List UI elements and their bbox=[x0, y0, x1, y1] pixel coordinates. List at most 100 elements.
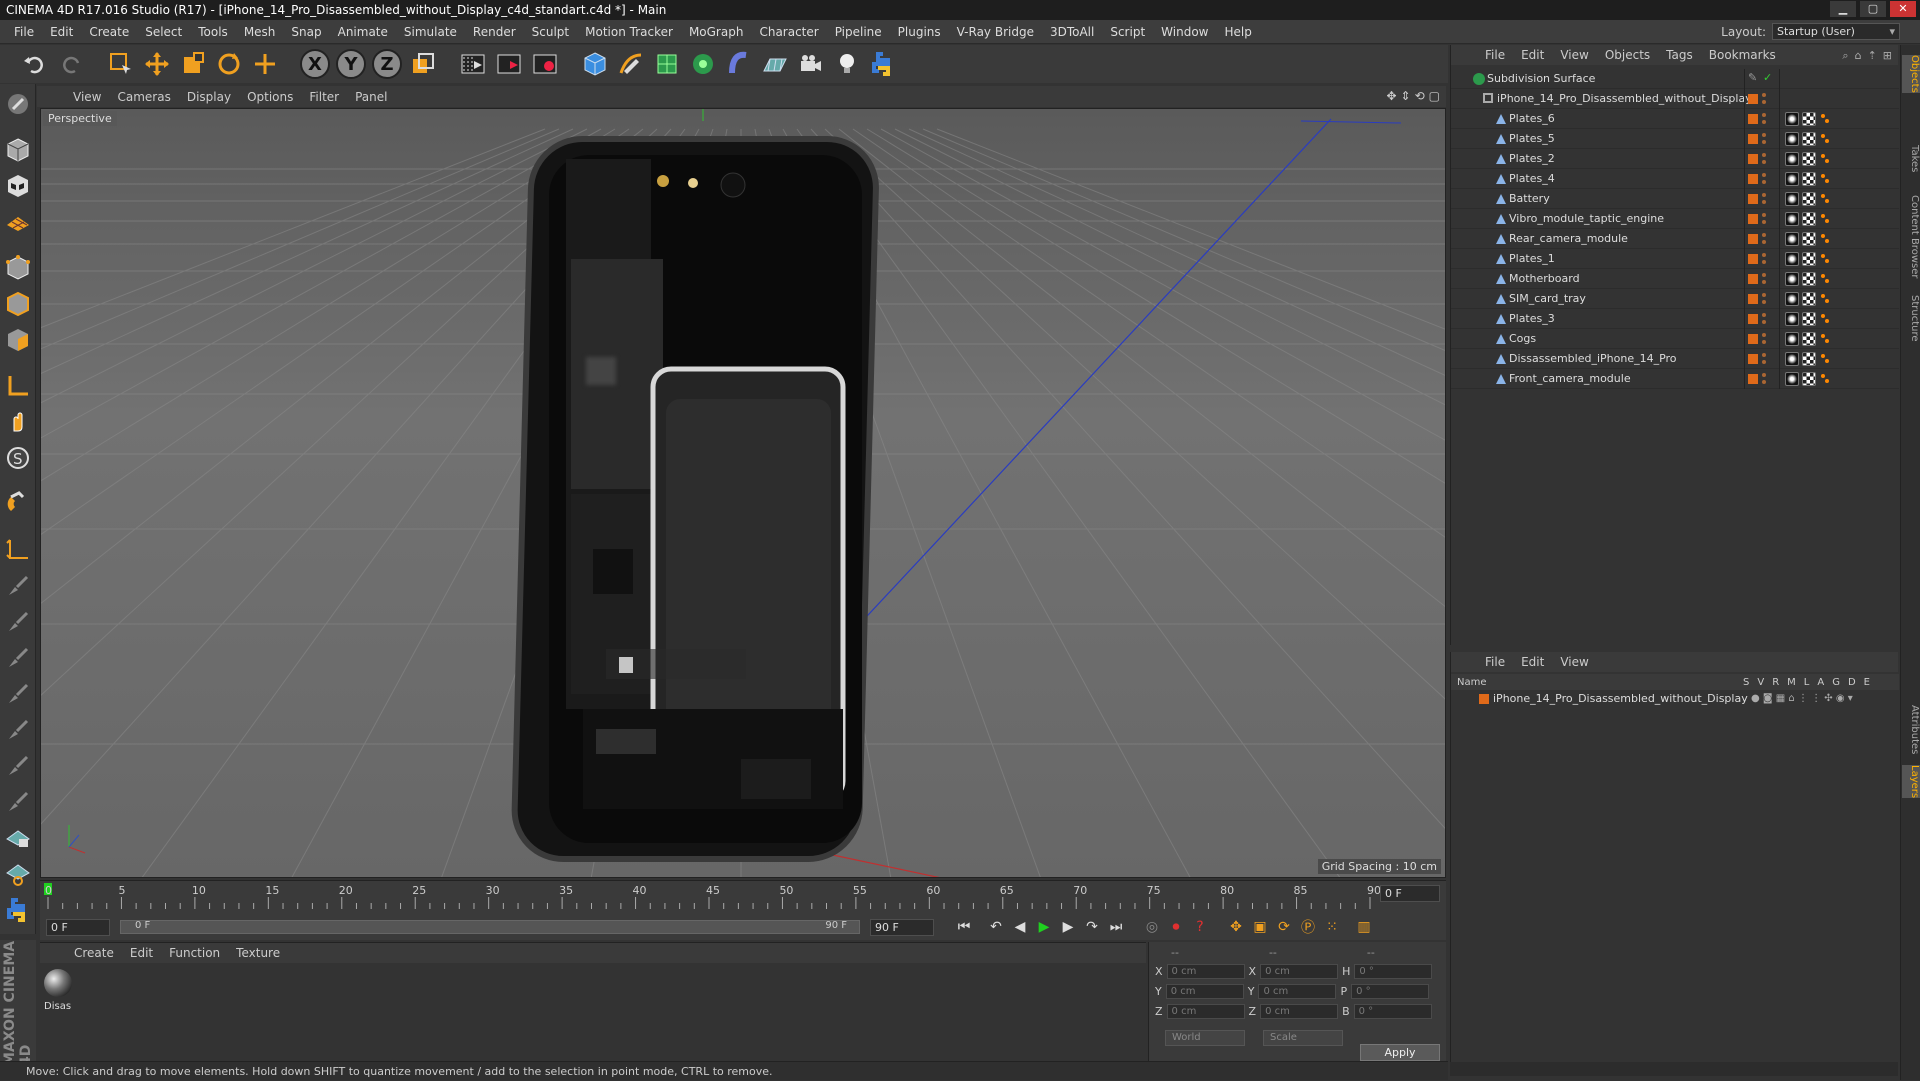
points-mode-icon[interactable] bbox=[2, 252, 34, 284]
render-visibility-dot[interactable] bbox=[1762, 100, 1766, 104]
light-icon[interactable] bbox=[832, 49, 862, 79]
render-picture-viewer-icon[interactable] bbox=[494, 49, 524, 79]
editor-visibility-dot[interactable] bbox=[1762, 333, 1766, 337]
make-editable-icon[interactable] bbox=[2, 88, 34, 120]
editor-visibility-dot[interactable] bbox=[1762, 253, 1766, 257]
orbit-icon[interactable]: ⟲ bbox=[1415, 89, 1425, 103]
render-settings-icon[interactable] bbox=[530, 49, 560, 79]
layer-color-swatch[interactable] bbox=[1748, 134, 1758, 144]
material-tag-icon[interactable] bbox=[1785, 212, 1799, 226]
layer-color-swatch[interactable] bbox=[1748, 294, 1758, 304]
coordinate-system-icon[interactable] bbox=[408, 49, 438, 79]
object-row-plates-6[interactable]: Plates_6 bbox=[1451, 109, 1899, 129]
uvw-tag-icon[interactable] bbox=[1819, 152, 1831, 166]
render-visibility-dot[interactable] bbox=[1762, 200, 1766, 204]
material-tag-icon[interactable] bbox=[1785, 292, 1799, 306]
viewport-menu-view[interactable]: View bbox=[65, 90, 109, 104]
next-key-icon[interactable]: ↷ bbox=[1080, 916, 1104, 938]
position-field[interactable]: 0 cm bbox=[1166, 964, 1245, 979]
render-visibility-dot[interactable] bbox=[1762, 160, 1766, 164]
editor-visibility-dot[interactable] bbox=[1762, 213, 1766, 217]
material-tag-icon[interactable] bbox=[1785, 252, 1799, 266]
texture-tag-icon[interactable] bbox=[1802, 132, 1816, 146]
object-row-vibro-module-taptic-engine[interactable]: Vibro_module_taptic_engine bbox=[1451, 209, 1899, 229]
render-visibility-dot[interactable] bbox=[1762, 320, 1766, 324]
render-visibility-dot[interactable] bbox=[1762, 120, 1766, 124]
cube-icon[interactable] bbox=[580, 49, 610, 79]
layout-dropdown[interactable]: Startup (User) bbox=[1772, 23, 1900, 40]
point-level-key-icon[interactable]: ⁙ bbox=[1320, 916, 1344, 938]
maximize-view-icon[interactable]: ▢ bbox=[1429, 89, 1440, 103]
editor-visibility-dot[interactable] bbox=[1762, 273, 1766, 277]
timeline[interactable]: 0 5 10 15 20 25 30 35 40 45 50 55 60 65 70 75 80 85 90 0 F bbox=[40, 880, 1446, 914]
object-row-subdivision-surface[interactable]: Subdivision Surface ✎ ✓ bbox=[1451, 69, 1899, 89]
menu-select[interactable]: Select bbox=[137, 20, 190, 44]
editor-visibility-dot[interactable] bbox=[1762, 233, 1766, 237]
scale-key-icon[interactable]: ▣ bbox=[1248, 916, 1272, 938]
material-tag-icon[interactable] bbox=[1785, 352, 1799, 366]
close-button[interactable]: ✕ bbox=[1890, 1, 1916, 17]
viewport-menu-display[interactable]: Display bbox=[179, 90, 239, 104]
auto-key-icon[interactable]: ⏺ bbox=[1164, 916, 1188, 938]
end-frame-field[interactable]: 90 F bbox=[870, 918, 934, 936]
object-row-plates-2[interactable]: Plates_2 bbox=[1451, 149, 1899, 169]
undo-icon[interactable] bbox=[20, 49, 50, 79]
pinch-brush-icon[interactable] bbox=[2, 750, 34, 782]
perspective-viewport[interactable]: Perspective Grid Spacing : 10 cm bbox=[40, 108, 1446, 878]
menu-edit[interactable]: Edit bbox=[42, 20, 81, 44]
material-tag-icon[interactable] bbox=[1785, 372, 1799, 386]
texture-tag-icon[interactable] bbox=[1802, 152, 1816, 166]
texture-tag-icon[interactable] bbox=[1802, 312, 1816, 326]
editor-visibility-dot[interactable] bbox=[1762, 93, 1766, 97]
menu-plugins[interactable]: Plugins bbox=[890, 20, 949, 44]
object-row-plates-3[interactable]: Plates_3 bbox=[1451, 309, 1899, 329]
render-visibility-dot[interactable] bbox=[1762, 360, 1766, 364]
size-field[interactable]: 0 cm bbox=[1260, 964, 1339, 979]
menu-render[interactable]: Render bbox=[465, 20, 524, 44]
layer-menu-view[interactable]: View bbox=[1552, 655, 1596, 669]
search-icon[interactable]: ⌕ bbox=[1842, 49, 1848, 63]
material-menu-function[interactable]: Function bbox=[161, 946, 228, 960]
uvw-tag-icon[interactable] bbox=[1819, 192, 1831, 206]
texture-tag-icon[interactable] bbox=[1802, 272, 1816, 286]
layer-color-swatch[interactable] bbox=[1748, 114, 1758, 124]
pan-icon[interactable]: ✥ bbox=[1386, 89, 1396, 103]
render-visibility-dot[interactable] bbox=[1762, 380, 1766, 384]
render-visibility-dot[interactable] bbox=[1762, 240, 1766, 244]
z-axis-lock-button[interactable]: Z bbox=[372, 49, 402, 79]
rotation-field[interactable]: 0 ° bbox=[1351, 984, 1430, 999]
texture-tag-icon[interactable] bbox=[1802, 192, 1816, 206]
rotation-field[interactable]: 0 ° bbox=[1354, 964, 1433, 979]
smooth-brush-icon[interactable] bbox=[2, 642, 34, 674]
parameter-key-icon[interactable]: Ⓟ bbox=[1296, 916, 1320, 938]
start-frame-field[interactable]: 0 F bbox=[46, 918, 110, 936]
viewport-menu-panel[interactable]: Panel bbox=[347, 90, 395, 104]
menu-character[interactable]: Character bbox=[751, 20, 826, 44]
uvw-tag-icon[interactable] bbox=[1819, 372, 1831, 386]
rotation-key-icon[interactable]: ⟳ bbox=[1272, 916, 1296, 938]
layer-flags-icon[interactable]: ● ◙ ▦ ⌂ ⋮ ⋮ ✣ ◉ ▾ bbox=[1751, 693, 1853, 704]
layer-color-swatch[interactable] bbox=[1748, 214, 1758, 224]
object-row-group[interactable]: iPhone_14_Pro_Disassembled_without_Displ… bbox=[1451, 89, 1899, 109]
floor-icon[interactable] bbox=[760, 49, 790, 79]
uvw-tag-icon[interactable] bbox=[1819, 112, 1831, 126]
current-frame-field[interactable]: 0 F bbox=[1380, 885, 1440, 902]
layer-color-swatch[interactable] bbox=[1748, 194, 1758, 204]
side-tab-takes[interactable]: Takes bbox=[1902, 145, 1920, 172]
side-tab-content-browser[interactable]: Content Browser bbox=[1902, 195, 1920, 278]
viewport-menu-filter[interactable]: Filter bbox=[301, 90, 347, 104]
material-manager[interactable]: Disas bbox=[40, 963, 1146, 1069]
menu-motion-tracker[interactable]: Motion Tracker bbox=[577, 20, 681, 44]
camera-icon[interactable] bbox=[796, 49, 826, 79]
material-tag-icon[interactable] bbox=[1785, 172, 1799, 186]
position-key-icon[interactable]: ✥ bbox=[1224, 916, 1248, 938]
object-row-plates-5[interactable]: Plates_5 bbox=[1451, 129, 1899, 149]
uvw-tag-icon[interactable] bbox=[1819, 232, 1831, 246]
position-field[interactable]: 0 cm bbox=[1166, 1004, 1245, 1019]
material-tag-icon[interactable] bbox=[1785, 132, 1799, 146]
home-icon[interactable]: ⌂ bbox=[1855, 49, 1862, 63]
inflate-brush-icon[interactable] bbox=[2, 786, 34, 818]
scale-icon[interactable] bbox=[178, 49, 208, 79]
object-row-cogs[interactable]: Cogs bbox=[1451, 329, 1899, 349]
editor-visibility-dot[interactable] bbox=[1762, 133, 1766, 137]
